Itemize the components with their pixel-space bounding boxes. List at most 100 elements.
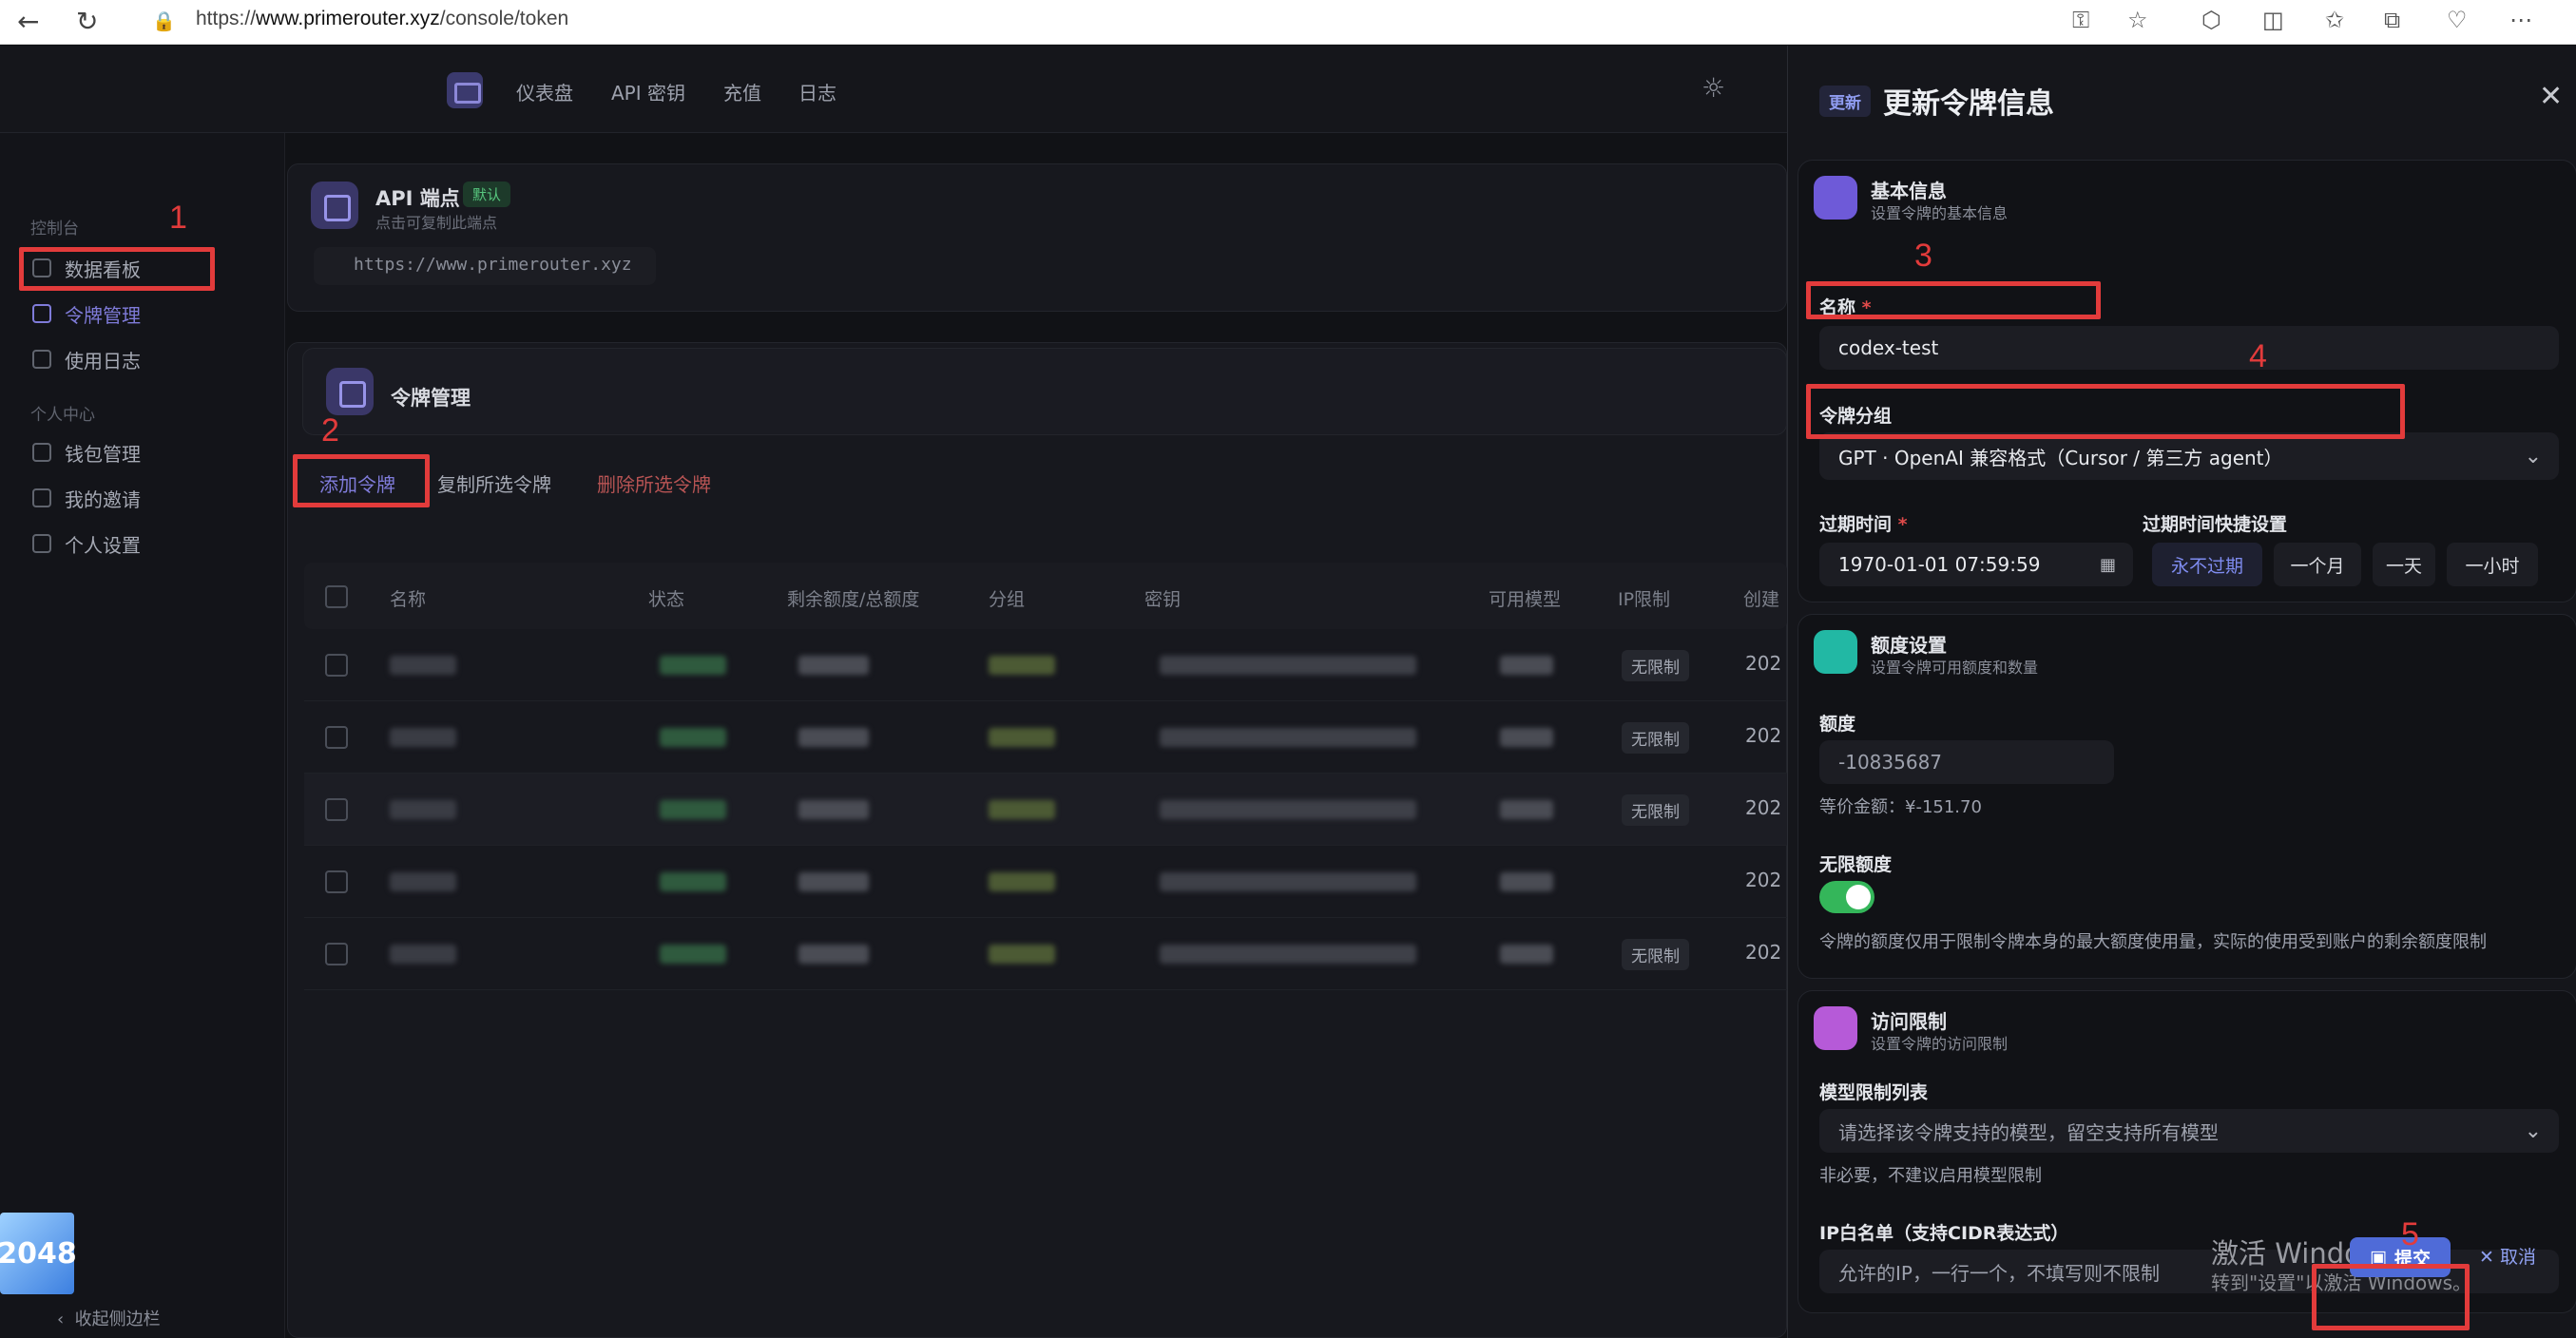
quick-one-month-button[interactable]: 一个月 bbox=[2274, 543, 2361, 586]
quick-one-day-button[interactable]: 一天 bbox=[2373, 543, 2435, 586]
model-limit-select[interactable]: 请选择该令牌支持的模型，留空支持所有模型 ⌄ bbox=[1819, 1109, 2559, 1153]
redacted-cell bbox=[1160, 945, 1416, 964]
quota-amount-label: 额度 bbox=[1819, 714, 1856, 735]
redacted-cell bbox=[989, 872, 1055, 891]
token-group-select[interactable]: GPT · OpenAI 兼容格式（Cursor / 第三方 agent） ⌄ bbox=[1819, 432, 2559, 480]
add-token-button[interactable]: 添加令牌 bbox=[319, 469, 395, 497]
select-all-checkbox[interactable] bbox=[325, 585, 348, 608]
table-row[interactable]: 无限制 202 bbox=[304, 918, 1787, 990]
more-menu-icon[interactable]: ⋯ bbox=[2509, 7, 2532, 33]
row-checkbox[interactable] bbox=[325, 726, 348, 749]
sidebar-item-wallet[interactable]: 钱包管理 bbox=[27, 433, 217, 471]
col-name[interactable]: 名称 bbox=[390, 585, 426, 611]
address-bar[interactable]: https://www.primerouter.xyz/console/toke… bbox=[196, 8, 568, 30]
quick-never-expire-button[interactable]: 永不过期 bbox=[2152, 543, 2262, 586]
redacted-cell bbox=[1500, 656, 1553, 675]
collections-icon[interactable]: ⧉ bbox=[2384, 7, 2400, 33]
sidebar-item-usage-logs[interactable]: 使用日志 bbox=[27, 340, 217, 378]
name-input[interactable]: codex-test bbox=[1819, 326, 2559, 370]
theme-toggle-icon[interactable]: ☼ bbox=[1701, 72, 1725, 104]
row-checkbox[interactable] bbox=[325, 654, 348, 677]
sidebar-group-console: 控制台 bbox=[30, 220, 79, 239]
quota-amount-input[interactable]: -10835687 bbox=[1819, 740, 2114, 784]
redacted-cell bbox=[1160, 872, 1416, 891]
expire-time-input[interactable]: 1970-01-01 07:59:59 ▦ bbox=[1819, 543, 2133, 586]
back-icon[interactable]: ← bbox=[17, 6, 39, 37]
sidebar-item-token-management[interactable]: 令牌管理 bbox=[27, 295, 217, 333]
quota-equivalent-text: 等价金额：¥-151.70 bbox=[1819, 797, 1982, 817]
key-icon bbox=[326, 368, 374, 415]
grid-icon bbox=[32, 258, 51, 277]
extensions-icon[interactable]: ⬡ bbox=[2201, 7, 2221, 33]
close-icon[interactable]: ✕ bbox=[2539, 80, 2563, 113]
sidebar-item-dashboard[interactable]: 数据看板 bbox=[27, 249, 217, 287]
row-checkbox[interactable] bbox=[325, 798, 348, 821]
browser-essentials-icon[interactable]: ♡ bbox=[2447, 7, 2468, 33]
update-badge: 更新 bbox=[1819, 86, 1871, 117]
row-checkbox[interactable] bbox=[325, 870, 348, 893]
col-status[interactable]: 状态 bbox=[648, 585, 684, 611]
token-header: 令牌管理 bbox=[302, 348, 1787, 435]
model-limit-hint: 非必要，不建议启用模型限制 bbox=[1819, 1166, 2042, 1186]
annotation-number-5: 5 bbox=[2401, 1216, 2419, 1252]
game-2048-widget[interactable]: 2048 bbox=[0, 1213, 77, 1294]
ip-whitelist-label: IP白名单（支持CIDR表达式） bbox=[1819, 1223, 2069, 1244]
endpoint-url-chip[interactable]: https://www.primerouter.xyz bbox=[314, 247, 656, 285]
access-section: 访问限制 设置令牌的访问限制 模型限制列表 请选择该令牌支持的模型，留空支持所有… bbox=[1797, 990, 2576, 1313]
sidebar-item-invites[interactable]: 我的邀请 bbox=[27, 479, 217, 517]
endpoint-subtitle: 点击可复制此端点 bbox=[375, 214, 498, 232]
redacted-cell bbox=[989, 945, 1055, 964]
app-logo[interactable] bbox=[447, 72, 483, 108]
col-ip-limit[interactable]: IP限制 bbox=[1618, 585, 1670, 611]
nav-dashboard[interactable]: 仪表盘 bbox=[516, 78, 573, 105]
chevron-down-icon: ⌄ bbox=[2524, 1118, 2542, 1143]
col-models[interactable]: 可用模型 bbox=[1489, 585, 1561, 611]
table-row[interactable]: 无限制 202 bbox=[304, 774, 1787, 846]
quick-one-hour-button[interactable]: 一小时 bbox=[2447, 543, 2538, 586]
table-row[interactable]: 无限制 202 bbox=[304, 701, 1787, 774]
sidebar-item-personal-settings[interactable]: 个人设置 bbox=[27, 525, 217, 563]
col-key[interactable]: 密钥 bbox=[1144, 585, 1181, 611]
favorites-icon[interactable]: ✩ bbox=[2325, 7, 2344, 33]
split-screen-icon[interactable]: ◫ bbox=[2262, 7, 2284, 33]
ip-limit-tag: 无限制 bbox=[1622, 650, 1689, 681]
ip-limit-tag: 无限制 bbox=[1622, 794, 1689, 826]
redacted-cell bbox=[1160, 728, 1416, 747]
col-created[interactable]: 创建 bbox=[1743, 585, 1779, 611]
table-row[interactable]: 202 bbox=[304, 846, 1787, 918]
reload-icon[interactable]: ↻ bbox=[76, 6, 98, 37]
chevron-down-icon: ⌄ bbox=[2524, 444, 2542, 468]
redacted-cell bbox=[989, 800, 1055, 819]
basic-info-subtitle: 设置令牌的基本信息 bbox=[1871, 204, 2009, 222]
site-info-icon[interactable]: 🔒 bbox=[152, 10, 176, 32]
sheet-title: 更新令牌信息 bbox=[1883, 87, 2054, 121]
delete-selected-tokens-button[interactable]: 删除所选令牌 bbox=[597, 469, 711, 497]
access-subtitle: 设置令牌的访问限制 bbox=[1871, 1035, 2009, 1053]
nav-logs[interactable]: 日志 bbox=[798, 78, 836, 105]
key-icon[interactable]: ⚿ bbox=[2072, 7, 2089, 33]
favorite-star-icon[interactable]: ☆ bbox=[2127, 7, 2148, 33]
col-group[interactable]: 分组 bbox=[989, 585, 1025, 611]
nav-recharge[interactable]: 充值 bbox=[723, 78, 761, 105]
browser-toolbar: ← ↻ 🔒 https://www.primerouter.xyz/consol… bbox=[0, 0, 2576, 45]
copy-selected-tokens-button[interactable]: 复制所选令牌 bbox=[437, 469, 551, 497]
close-icon: ✕ bbox=[2479, 1247, 2494, 1268]
default-badge: 默认 bbox=[463, 182, 511, 207]
submit-button[interactable]: ▣ 提交 bbox=[2350, 1237, 2451, 1277]
redacted-cell bbox=[390, 872, 456, 891]
expire-quick-label: 过期时间快捷设置 bbox=[2143, 514, 2288, 535]
cancel-button[interactable]: ✕ 取消 bbox=[2479, 1243, 2536, 1269]
calendar-icon[interactable]: ▦ bbox=[2100, 555, 2116, 575]
nav-api-keys[interactable]: API 密钥 bbox=[611, 78, 685, 105]
redacted-cell bbox=[1500, 945, 1553, 964]
created-date: 202 bbox=[1745, 724, 1782, 747]
user-icon bbox=[32, 534, 51, 553]
server-icon bbox=[311, 182, 358, 229]
table-row[interactable]: 无限制 202 bbox=[304, 629, 1787, 701]
unlimited-quota-toggle[interactable] bbox=[1819, 881, 1874, 913]
quota-section: 额度设置 设置令牌可用额度和数量 额度 -10835687 等价金额：¥-151… bbox=[1797, 614, 2576, 979]
col-quota[interactable]: 剩余额度/总额度 bbox=[787, 585, 919, 611]
redacted-cell bbox=[390, 728, 456, 747]
collapse-sidebar-button[interactable]: ‹ 收起侧边栏 bbox=[57, 1306, 161, 1330]
row-checkbox[interactable] bbox=[325, 943, 348, 965]
